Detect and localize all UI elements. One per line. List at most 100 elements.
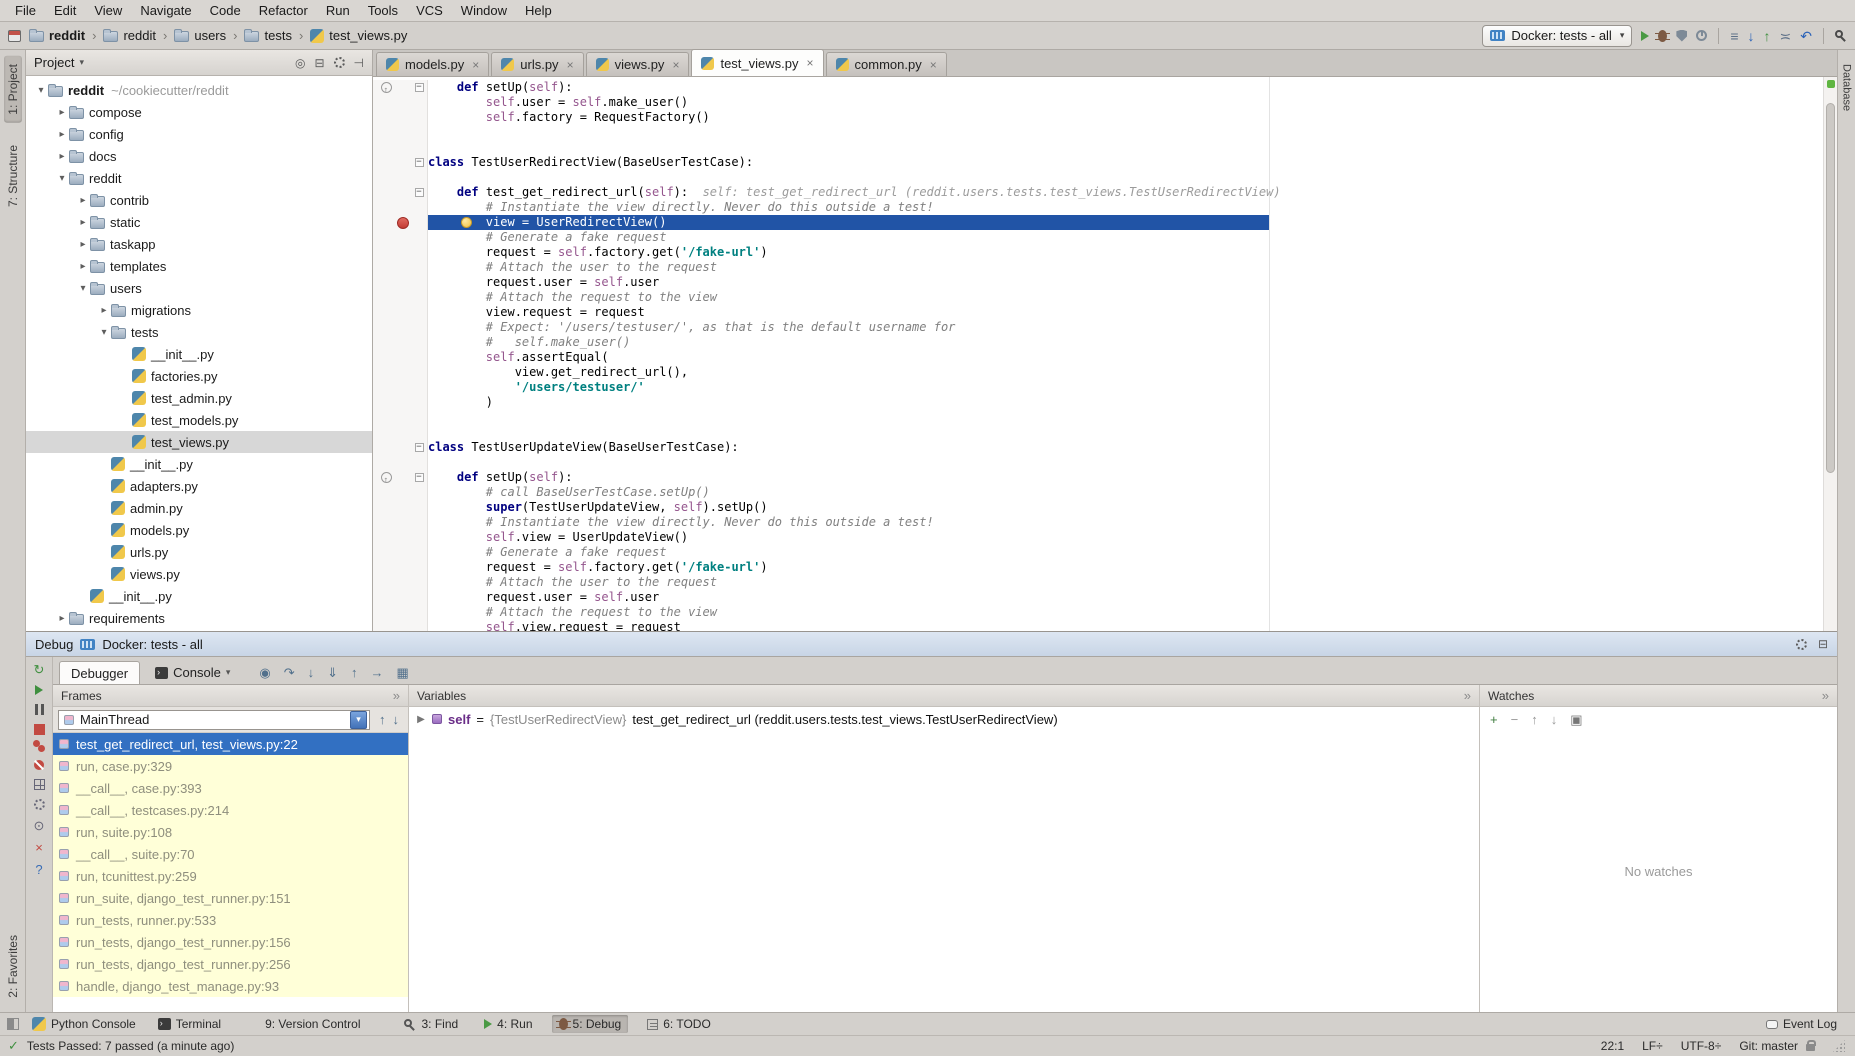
toolwindow-button-python-console[interactable]: Python Console [25,1015,143,1033]
override-marker-icon[interactable] [381,472,392,483]
tool-window-button-7-structure[interactable]: 7: Structure [4,137,22,215]
close-icon[interactable]: × [35,841,43,854]
tree-item-config[interactable]: ▸config [26,123,372,145]
tool-window-button-1-project[interactable]: 1: Project [4,56,22,123]
tree-item-reddit[interactable]: ▾reddit [26,167,372,189]
code-line[interactable]: # Generate a fake request [373,230,1837,245]
code-area[interactable]: def setUp(self): self.user = self.make_u… [373,77,1837,631]
code-line[interactable]: view = UserRedirectView() [373,215,1837,230]
tab-close-icon[interactable]: × [472,58,479,72]
code-line[interactable]: def setUp(self): [373,470,1837,485]
code-line[interactable]: def test_get_redirect_url(self): self: t… [373,185,1837,200]
stack-frame-item[interactable]: run_tests, django_test_runner.py:156 [53,931,408,953]
hide-panel-icon[interactable]: ⊣ [354,57,364,69]
tree-item-factories.py[interactable]: factories.py [26,365,372,387]
tree-toggle-icon[interactable]: ▸ [76,217,90,228]
code-line[interactable]: # Attach the user to the request [373,575,1837,590]
code-line[interactable]: class TestUserUpdateView(BaseUserTestCas… [373,440,1837,455]
tree-item-adapters.py[interactable]: adapters.py [26,475,372,497]
tree-item-test_models.py[interactable]: test_models.py [26,409,372,431]
code-line[interactable] [373,425,1837,440]
menu-code[interactable]: Code [201,0,250,21]
breakpoint-icon[interactable] [397,217,409,229]
step-out-icon[interactable]: ↑ [351,666,358,679]
tree-item-taskapp[interactable]: ▸taskapp [26,233,372,255]
editor-tab-common.py[interactable]: common.py× [826,52,947,76]
code-line[interactable]: # Attach the request to the view [373,605,1837,620]
tree-toggle-icon[interactable]: ▸ [55,129,69,140]
stack-frame-item[interactable]: run, suite.py:108 [53,821,408,843]
remove-watch-icon[interactable]: − [1511,713,1519,726]
step-into-icon[interactable]: ↓ [308,666,315,679]
stack-frame-item[interactable]: run_tests, runner.py:533 [53,909,408,931]
status-widget-lf-[interactable]: LF÷ [1642,1039,1663,1053]
tree-item-__init__.py[interactable]: __init__.py [26,585,372,607]
menu-tools[interactable]: Tools [359,0,407,21]
tree-item-__init__.py[interactable]: __init__.py [26,453,372,475]
vcs-update-icon[interactable]: ↓ [1748,29,1755,43]
status-widget-22-1[interactable]: 22:1 [1601,1039,1624,1053]
tree-item-urls.py[interactable]: urls.py [26,541,372,563]
tree-item-static[interactable]: ▸static [26,211,372,233]
code-line[interactable]: # Expect: '/users/testuser/', as that is… [373,320,1837,335]
menu-help[interactable]: Help [516,0,561,21]
breadcrumb-item-tests[interactable]: tests [240,28,295,43]
code-line[interactable]: self.factory = RequestFactory() [373,110,1837,125]
tree-item-models.py[interactable]: models.py [26,519,372,541]
collapse-all-icon[interactable]: ⊟ [314,57,324,69]
menu-run[interactable]: Run [317,0,359,21]
gutter-fold-slot[interactable] [412,83,426,92]
tree-item-migrations[interactable]: ▸migrations [26,299,372,321]
lock-icon[interactable] [1806,1044,1815,1051]
tree-toggle-icon[interactable]: ▾ [34,85,48,96]
code-line[interactable]: request = self.factory.get('/fake-url') [373,245,1837,260]
debug-tab-console[interactable]: Console▾ [144,661,241,684]
code-line[interactable]: class TestUserRedirectView(BaseUserTestC… [373,155,1837,170]
stack-frame-item[interactable]: __call__, testcases.py:214 [53,799,408,821]
code-line[interactable]: '/users/testuser/' [373,380,1837,395]
rerun-icon[interactable]: ↻ [34,663,45,676]
breadcrumb-item-users[interactable]: users [170,28,230,43]
chevron-down-icon[interactable]: ▾ [350,711,367,729]
mute-breakpoints-icon[interactable] [34,760,44,770]
menu-vcs[interactable]: VCS [407,0,452,21]
toolwindow-button-3-find[interactable]: 3: Find [397,1015,465,1033]
frames-list[interactable]: test_get_redirect_url, test_views.py:22r… [53,733,408,1012]
tree-item-views.py[interactable]: views.py [26,563,372,585]
run-with-coverage-icon[interactable] [1676,30,1687,42]
menu-file[interactable]: File [6,0,45,21]
code-line[interactable] [373,170,1837,185]
resize-grip[interactable] [1833,1040,1845,1052]
tree-toggle-icon[interactable]: ▸ [76,261,90,272]
code-line[interactable]: ) [373,395,1837,410]
code-line[interactable]: super(TestUserUpdateView, self).setUp() [373,500,1837,515]
toolwindow-button-event-log[interactable]: Event Log [1759,1015,1844,1033]
run-configuration-select[interactable]: Docker: tests - all ▾ [1482,25,1632,47]
code-line[interactable]: self.view = UserUpdateView() [373,530,1837,545]
toolwindow-button-4-run[interactable]: 4: Run [477,1015,539,1033]
code-line[interactable]: # Instantiate the view directly. Never d… [373,200,1837,215]
stack-frame-item[interactable]: handle, django_test_manage.py:93 [53,975,408,997]
code-line[interactable] [373,140,1837,155]
code-line[interactable]: self.view.request = request [373,620,1837,631]
editor-tab-models.py[interactable]: models.py× [376,52,489,76]
intention-bulb-icon[interactable] [461,217,472,228]
project-tree[interactable]: ▾reddit~/cookiecutter/reddit▸compose▸con… [26,76,372,631]
tree-item-tests[interactable]: ▾tests [26,321,372,343]
code-line[interactable]: # Instantiate the view directly. Never d… [373,515,1837,530]
variable-row[interactable]: ▶self = {TestUserRedirectView} test_get_… [409,707,1479,731]
tab-close-icon[interactable]: × [567,58,574,72]
tree-item-contrib[interactable]: ▸contrib [26,189,372,211]
code-line[interactable] [373,125,1837,140]
run-icon[interactable] [1641,31,1649,41]
code-line[interactable]: view.request = request [373,305,1837,320]
settings-icon[interactable] [334,57,345,68]
tree-toggle-icon[interactable]: ▸ [76,239,90,250]
tree-item-admin.py[interactable]: admin.py [26,497,372,519]
tree-toggle-icon[interactable]: ▸ [76,195,90,206]
code-line[interactable]: # Attach the user to the request [373,260,1837,275]
debug-icon[interactable] [1658,30,1667,42]
panel-menu-icon[interactable]: » [1464,689,1471,702]
chevron-down-icon[interactable]: ▾ [226,667,231,678]
code-line[interactable]: request.user = self.user [373,275,1837,290]
